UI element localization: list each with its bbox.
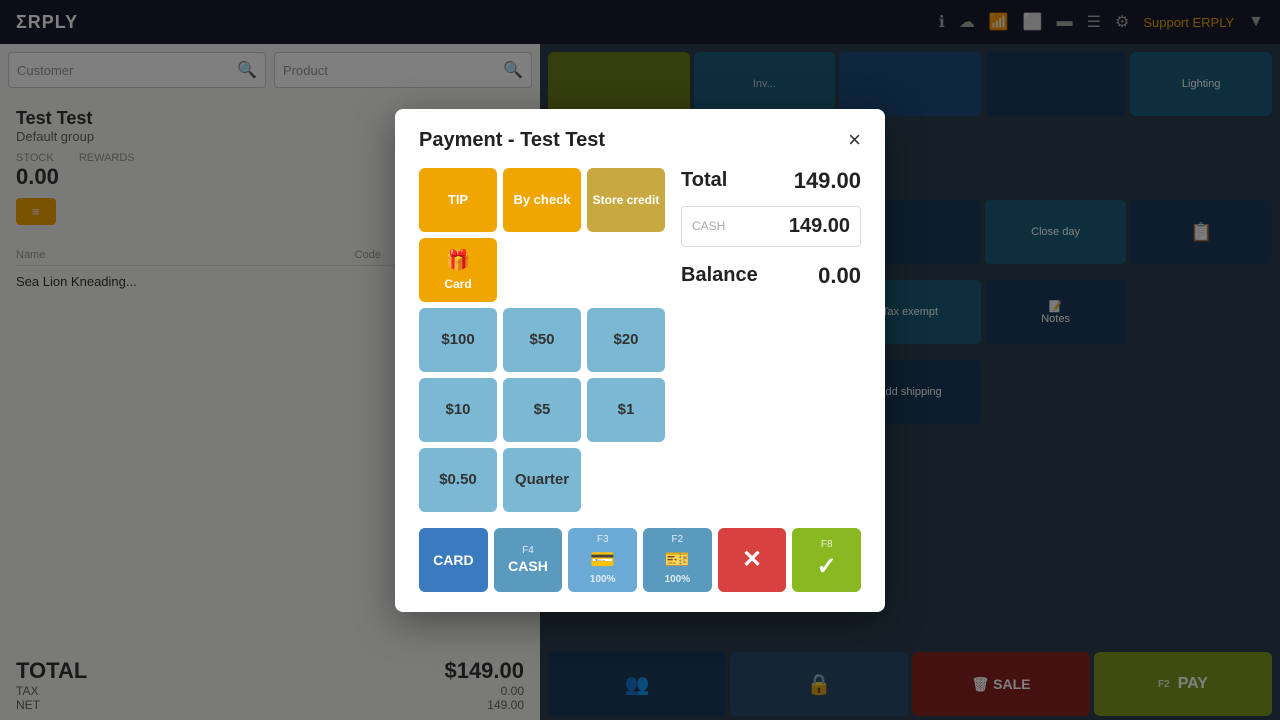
- tip-button[interactable]: TIP: [419, 168, 497, 232]
- chk-shortcut: F2: [672, 534, 684, 545]
- denom-10[interactable]: $10: [419, 378, 497, 442]
- cash-shortcut: F4: [522, 545, 534, 556]
- gift-card-button[interactable]: 🎁 Card: [419, 238, 497, 302]
- denom-1[interactable]: $1: [587, 378, 665, 442]
- confirm-icon: ✓: [817, 552, 837, 581]
- by-check-button[interactable]: By check: [503, 168, 581, 232]
- cc-icon: 💳: [590, 547, 615, 572]
- cash-amount: 149.00: [733, 207, 850, 246]
- card-label: CARD: [433, 552, 473, 568]
- denom-20[interactable]: $20: [587, 308, 665, 372]
- denom-100[interactable]: $100: [419, 308, 497, 372]
- modal-title: Payment - Test Test: [419, 129, 605, 152]
- modal-body: TIP By check Store credit 🎁 Card $100 $5…: [419, 168, 861, 512]
- payment-methods: TIP By check Store credit 🎁 Card: [419, 168, 665, 302]
- denom-5[interactable]: $5: [503, 378, 581, 442]
- denom-50[interactable]: $50: [503, 308, 581, 372]
- total-display: Total 149.00: [681, 168, 861, 194]
- denomination-grid: $100 $50 $20 $10 $5 $1 $0.50 Quarter: [419, 308, 665, 512]
- confirm-shortcut: F8: [821, 539, 833, 550]
- confirm-payment-button[interactable]: F8 ✓: [792, 528, 861, 592]
- gift-label: Card: [444, 277, 471, 291]
- modal-header: Payment - Test Test ×: [419, 129, 861, 152]
- modal-overlay: Payment - Test Test × TIP By check Store…: [0, 0, 1280, 720]
- cash-payment-button[interactable]: F4 CASH: [494, 528, 563, 592]
- card-payment-button[interactable]: CARD: [419, 528, 488, 592]
- balance-label: Balance: [681, 264, 758, 287]
- cc-shortcut: F3: [597, 534, 609, 545]
- cancel-payment-button[interactable]: ✕: [718, 528, 787, 592]
- cash-label: CASH: [508, 558, 548, 574]
- balance-amount: 0.00: [818, 263, 861, 289]
- cash-input-row: CASH 149.00: [681, 206, 861, 247]
- payment-actions: CARD F4 CASH F3 💳 100% F2 🎫 100% ✕ F8 ✓: [419, 528, 861, 592]
- denom-quarter[interactable]: Quarter: [503, 448, 581, 512]
- payment-right: Total 149.00 CASH 149.00 Balance 0.00: [681, 168, 861, 512]
- denom-050[interactable]: $0.50: [419, 448, 497, 512]
- modal-close-button[interactable]: ×: [848, 129, 861, 151]
- check-payment-button[interactable]: F2 🎫 100%: [643, 528, 712, 592]
- creditcard-payment-button[interactable]: F3 💳 100%: [568, 528, 637, 592]
- cash-label: CASH: [692, 219, 725, 233]
- chk-icon: 🎫: [665, 547, 690, 572]
- gift-icon: 🎁: [446, 248, 471, 273]
- chk-sublabel: 100%: [665, 574, 691, 585]
- store-credit-button[interactable]: Store credit: [587, 168, 665, 232]
- total-label: Total: [681, 169, 727, 192]
- payment-modal: Payment - Test Test × TIP By check Store…: [395, 109, 885, 612]
- balance-row: Balance 0.00: [681, 263, 861, 289]
- cancel-icon: ✕: [742, 545, 762, 574]
- cc-sublabel: 100%: [590, 574, 616, 585]
- payment-left: TIP By check Store credit 🎁 Card $100 $5…: [419, 168, 665, 512]
- total-amount: 149.00: [794, 168, 861, 194]
